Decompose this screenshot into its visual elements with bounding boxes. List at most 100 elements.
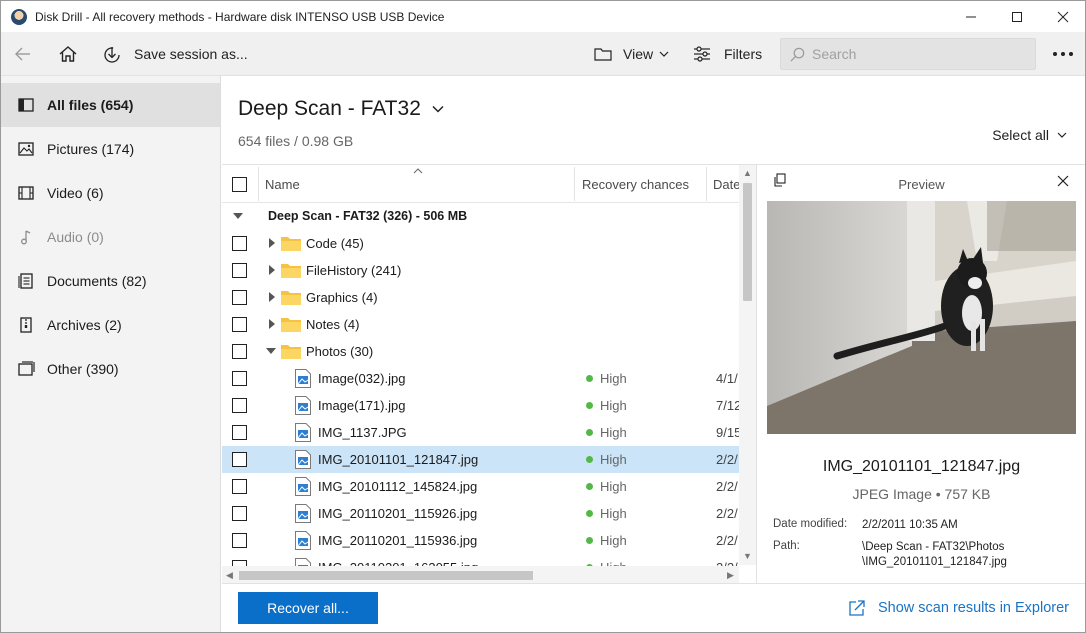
- path-label: Path:: [773, 540, 800, 552]
- chevron-down-icon: [659, 51, 669, 57]
- row-checkbox[interactable]: [232, 398, 247, 413]
- table-row[interactable]: Notes (4): [222, 311, 739, 338]
- sidebar-item-audio[interactable]: Audio (0): [1, 215, 220, 259]
- group-row[interactable]: Deep Scan - FAT32 (326) - 506 MB: [222, 203, 739, 230]
- window-title: Disk Drill - All recovery methods - Hard…: [35, 9, 445, 24]
- sidebar-item-label: Pictures (174): [47, 141, 135, 157]
- sidebar-item-pictures[interactable]: Pictures (174): [1, 127, 220, 171]
- table-row[interactable]: Code (45): [222, 230, 739, 257]
- date-modified-label: Date modified:: [773, 518, 848, 530]
- triangle-right-icon[interactable]: [267, 265, 277, 275]
- sidebar-item-all-files[interactable]: All files (654): [1, 83, 220, 127]
- back-button[interactable]: [13, 32, 33, 76]
- vertical-scroll-thumb[interactable]: [743, 183, 752, 301]
- sidebar-item-documents[interactable]: Documents (82): [1, 259, 220, 303]
- table-row[interactable]: Image(032).jpg High 4/1/: [222, 365, 739, 392]
- minimize-button[interactable]: [948, 1, 994, 32]
- column-header-date[interactable]: Date: [713, 177, 740, 192]
- save-session-button[interactable]: Save session as...: [102, 32, 248, 76]
- folder-name: Graphics (4): [306, 290, 378, 305]
- file-date: 2/2/: [716, 533, 738, 548]
- view-button[interactable]: View: [593, 32, 669, 76]
- triangle-down-icon[interactable]: [233, 211, 243, 221]
- more-options-button[interactable]: [1052, 32, 1074, 76]
- table-row[interactable]: IMG_20101112_145824.jpg High 2/2/: [222, 473, 739, 500]
- column-header-name[interactable]: Name: [265, 177, 300, 192]
- app-window: Disk Drill - All recovery methods - Hard…: [0, 0, 1086, 633]
- archive-icon: [20, 317, 32, 333]
- table-row[interactable]: Photos (30): [222, 338, 739, 365]
- file-list: Name Recovery chances Date Deep Scan - F…: [222, 164, 756, 583]
- recover-all-button[interactable]: Recover all...: [238, 592, 378, 624]
- table-row-selected[interactable]: IMG_20101101_121847.jpg High 2/2/: [222, 446, 739, 473]
- preview-file-name: IMG_20101101_121847.jpg: [822, 458, 1021, 475]
- folder-outline-icon: [594, 48, 612, 61]
- folder-icon: [281, 318, 301, 332]
- disk-drill-logo-icon: [11, 8, 27, 25]
- sort-ascending-icon: [413, 168, 423, 174]
- table-row[interactable]: IMG_1137.JPG High 9/15: [222, 419, 741, 446]
- folder-name: Photos (30): [306, 344, 374, 359]
- triangle-down-icon[interactable]: [266, 346, 276, 356]
- save-session-label: Save session as...: [134, 46, 248, 62]
- minimize-icon: [966, 16, 976, 17]
- table-row[interactable]: Image(171).jpg High 7/12: [222, 392, 742, 419]
- preview-image: [767, 201, 1076, 434]
- row-checkbox[interactable]: [232, 425, 247, 440]
- table-row[interactable]: IMG_20110201_115936.jpg High 2/2/: [222, 527, 739, 554]
- home-button[interactable]: [58, 32, 78, 76]
- search-input[interactable]: [812, 46, 1012, 62]
- table-row[interactable]: FileHistory (241): [222, 257, 739, 284]
- row-checkbox[interactable]: [232, 452, 247, 467]
- file-date: 7/12: [716, 398, 742, 413]
- file-date: 2/2/: [716, 479, 738, 494]
- sidebar-item-label: Other (390): [47, 361, 119, 377]
- triangle-right-icon[interactable]: [267, 319, 277, 329]
- row-checkbox[interactable]: [232, 344, 247, 359]
- folder-name: Code (45): [306, 236, 364, 251]
- image-file-icon: [295, 450, 311, 469]
- scroll-left-icon[interactable]: ◀: [226, 570, 233, 581]
- sidebar: All files (654) Pictures (174) Video (6)…: [1, 76, 221, 632]
- row-checkbox[interactable]: [232, 317, 247, 332]
- show-in-explorer-link[interactable]: Show scan results in Explorer: [848, 599, 1069, 617]
- horizontal-scroll-thumb[interactable]: [239, 571, 533, 580]
- close-window-button[interactable]: [1040, 1, 1085, 32]
- scroll-down-icon[interactable]: ▼: [743, 551, 752, 561]
- column-header-recovery-chances[interactable]: Recovery chances: [582, 177, 689, 192]
- horizontal-scrollbar[interactable]: ◀ ▶: [222, 566, 739, 583]
- maximize-button[interactable]: [994, 1, 1040, 32]
- row-checkbox[interactable]: [232, 506, 247, 521]
- recovery-chance: High: [586, 533, 627, 548]
- table-row[interactable]: Graphics (4): [222, 284, 739, 311]
- vertical-scrollbar[interactable]: ▲ ▼: [739, 165, 756, 565]
- file-name: IMG_1137.JPG: [318, 425, 407, 440]
- sidebar-item-archives[interactable]: Archives (2): [1, 303, 220, 347]
- scan-title-dropdown[interactable]: Deep Scan - FAT32: [238, 97, 445, 121]
- triangle-right-icon[interactable]: [267, 238, 277, 248]
- maximize-icon: [1012, 11, 1022, 22]
- scroll-up-icon[interactable]: ▲: [743, 168, 752, 178]
- table-row[interactable]: IMG_20110201_115926.jpg High 2/2/: [222, 500, 739, 527]
- sidebar-item-other[interactable]: Other (390): [1, 347, 220, 391]
- file-name: IMG_20110201_115926.jpg: [318, 506, 478, 521]
- row-checkbox[interactable]: [232, 263, 247, 278]
- document-icon: [18, 273, 33, 289]
- row-checkbox[interactable]: [232, 479, 247, 494]
- sidebar-item-video[interactable]: Video (6): [1, 171, 220, 215]
- scroll-right-icon[interactable]: ▶: [727, 570, 734, 581]
- film-icon: [18, 186, 34, 200]
- select-all-dropdown[interactable]: Select all: [992, 127, 1067, 143]
- image-file-icon: [295, 477, 311, 496]
- row-checkbox[interactable]: [232, 290, 247, 305]
- chance-label: High: [600, 533, 627, 548]
- high-status-dot: [586, 456, 593, 463]
- row-checkbox[interactable]: [232, 371, 247, 386]
- row-checkbox[interactable]: [232, 533, 247, 548]
- search-box[interactable]: [780, 38, 1036, 70]
- close-preview-icon[interactable]: [1057, 175, 1069, 187]
- row-checkbox[interactable]: [232, 236, 247, 251]
- select-all-checkbox[interactable]: [232, 177, 247, 192]
- filters-button[interactable]: Filters: [692, 32, 762, 76]
- triangle-right-icon[interactable]: [267, 292, 277, 302]
